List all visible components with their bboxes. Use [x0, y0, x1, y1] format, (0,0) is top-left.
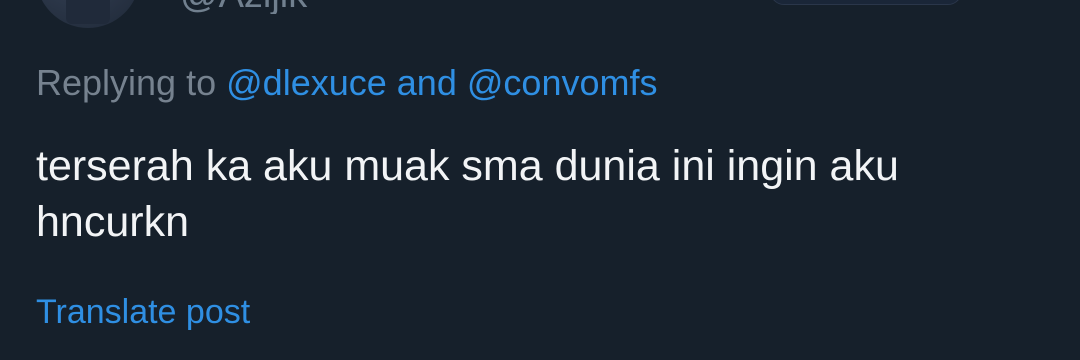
follow-button[interactable] — [770, 0, 962, 5]
avatar-image-detail — [66, 0, 110, 24]
author-handle-container: @Azijik — [180, 0, 380, 14]
translate-post-link[interactable]: Translate post — [36, 292, 250, 332]
mention-link-dlexuce[interactable]: @dlexuce — [226, 62, 387, 103]
replying-to-label: Replying to — [36, 62, 217, 103]
mention-conjunction[interactable]: and — [397, 62, 457, 103]
mention-link-convomfs[interactable]: @convomfs — [467, 62, 658, 103]
replying-to-line: Replying to @dlexuce and @convomfs — [36, 61, 657, 105]
post-text: terserah ka aku muak sma dunia ini ingin… — [36, 142, 899, 246]
author-handle[interactable]: @Azijik — [180, 0, 307, 14]
avatar[interactable] — [36, 0, 140, 28]
